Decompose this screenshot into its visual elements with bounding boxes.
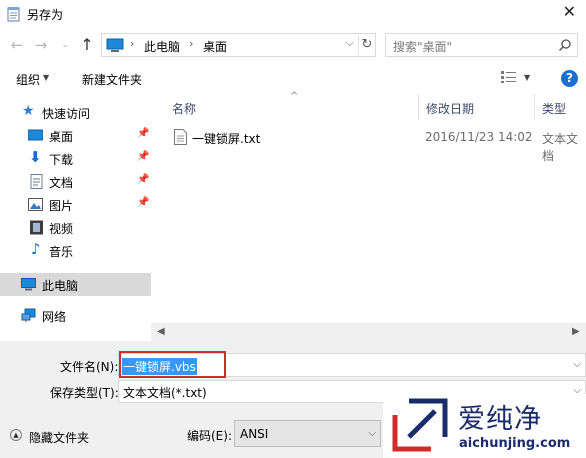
search-icon [558,39,571,52]
pin-icon[interactable]: 📌 [137,151,149,162]
nav-label: 音乐 [49,245,74,259]
file-name: 一键锁屏.txt [192,132,261,146]
watermark: 爱纯净 aichunjing.com [383,394,586,458]
pin-icon[interactable]: 📌 [137,197,149,208]
new-folder-button[interactable]: 新建文件夹 [82,71,142,88]
nav-label: 桌面 [49,130,74,144]
column-header-modified[interactable]: 修改日期 [426,100,474,117]
encoding-value: ANSI [240,427,269,441]
file-row[interactable]: 一键锁屏.txt 2016/11/23 14:02 文本文档 [170,127,586,163]
view-options-icon[interactable] [500,70,518,84]
sort-ascending-icon: ^ [290,91,299,102]
file-type: 文本文档 [542,132,579,163]
nav-item-this-pc[interactable]: 此电脑 [0,273,151,296]
nav-label: 快速访问 [42,107,91,121]
address-bar[interactable]: › 此电脑 › 桌面 ⌵ ↻ [101,33,376,57]
file-list: ^ 名称 修改日期 类型 一键锁屏.txt 2016/11/23 14:02 文… [156,91,586,341]
filename-label: 文件名(N): [60,360,119,374]
forward-arrow-icon[interactable]: → [32,35,50,55]
navigation-pane: ★ 快速访问 桌面 📌 ⬇ 下载 📌 文档 📌 图片 📌 视频 ♪ 音乐 此电脑… [0,94,151,341]
nav-item-desktop[interactable]: 桌面 📌 [0,124,151,147]
title-bar: 另存为 ✕ [0,0,586,28]
search-placeholder: 搜索"桌面" [393,40,453,54]
nav-item-documents[interactable]: 文档 📌 [0,170,151,193]
nav-label: 下载 [49,153,74,167]
nav-item-downloads[interactable]: ⬇ 下载 📌 [0,147,151,170]
nav-item-network[interactable]: 网络 [0,304,151,327]
music-icon: ♪ [31,240,41,258]
nav-item-music[interactable]: ♪ 音乐 [0,239,151,262]
chevron-down-icon[interactable]: ⌵ [346,38,354,49]
video-icon [30,220,43,235]
highlight-box [119,351,226,378]
command-bar: 组织 ▼ 新建文件夹 ▼ ? [0,64,586,92]
pin-icon[interactable]: 📌 [137,174,149,185]
file-modified: 2016/11/23 14:02 [425,130,533,144]
window-title: 另存为 [27,8,64,22]
nav-label: 网络 [42,310,67,324]
text-file-icon [174,129,187,145]
breadcrumb-chevron-icon: › [130,37,135,50]
up-arrow-icon[interactable]: ↑ [78,35,96,55]
pin-icon[interactable]: 📌 [137,128,149,139]
chevron-down-icon[interactable]: ⌵ [573,359,581,370]
hide-folders-button[interactable]: 隐藏文件夹 [29,429,89,446]
nav-label: 视频 [49,222,74,236]
search-box[interactable]: 搜索"桌面" [385,33,578,57]
nav-quick-access[interactable]: ★ 快速访问 [0,101,151,124]
encoding-select[interactable]: ANSI ⌵ [234,420,381,447]
computer-icon [21,278,36,291]
column-divider[interactable] [418,94,419,120]
star-icon: ★ [22,103,35,119]
caret-down-icon: ▼ [43,73,50,82]
recent-chevron-icon[interactable]: ⌄ [56,35,74,55]
breadcrumb-chevron-icon: › [189,37,194,50]
scroll-left-icon[interactable]: ◀ [157,326,165,337]
filetype-value: 文本文档(*.txt) [123,386,207,400]
document-icon [30,174,43,189]
nav-label: 文档 [49,176,74,190]
nav-label: 此电脑 [42,279,79,293]
refresh-icon[interactable]: ↻ [358,35,375,55]
chevron-down-icon[interactable]: ⌵ [368,428,376,439]
breadcrumb-this-pc[interactable]: 此电脑 [144,38,180,55]
watermark-url: aichunjing.com [459,436,571,451]
back-arrow-icon[interactable]: ← [8,35,26,55]
collapse-icon[interactable]: ▲ [10,429,22,441]
column-header-name[interactable]: 名称 [172,100,196,117]
save-as-dialog: 另存为 ✕ ← → ⌄ ↑ › 此电脑 › 桌面 ⌵ ↻ 搜索"桌面" 组织 ▼… [0,0,586,458]
desktop-icon [28,129,43,141]
notepad-icon [7,7,20,22]
close-icon[interactable]: ✕ [563,2,576,21]
download-icon: ⬇ [29,148,42,166]
help-button[interactable]: ? [561,70,578,87]
breadcrumb-desktop[interactable]: 桌面 [203,38,227,55]
nav-item-pictures[interactable]: 图片 📌 [0,193,151,216]
watermark-name: 爱纯净 [458,404,542,435]
computer-icon [106,38,124,52]
nav-label: 图片 [49,199,74,213]
aichunjing-logo-icon [392,398,448,452]
encoding-label: 编码(E): [187,429,232,443]
nav-item-videos[interactable]: 视频 [0,216,151,239]
filetype-label: 保存类型(T): [50,386,119,400]
horizontal-scrollbar[interactable]: ◀ ▶ [151,323,586,341]
organize-button[interactable]: 组织 [16,71,40,88]
caret-down-icon[interactable]: ▼ [524,73,530,82]
picture-icon [28,198,43,211]
column-divider[interactable] [534,94,535,120]
network-icon [21,308,36,322]
column-header-type[interactable]: 类型 [542,100,566,117]
scroll-right-icon[interactable]: ▶ [572,326,580,337]
